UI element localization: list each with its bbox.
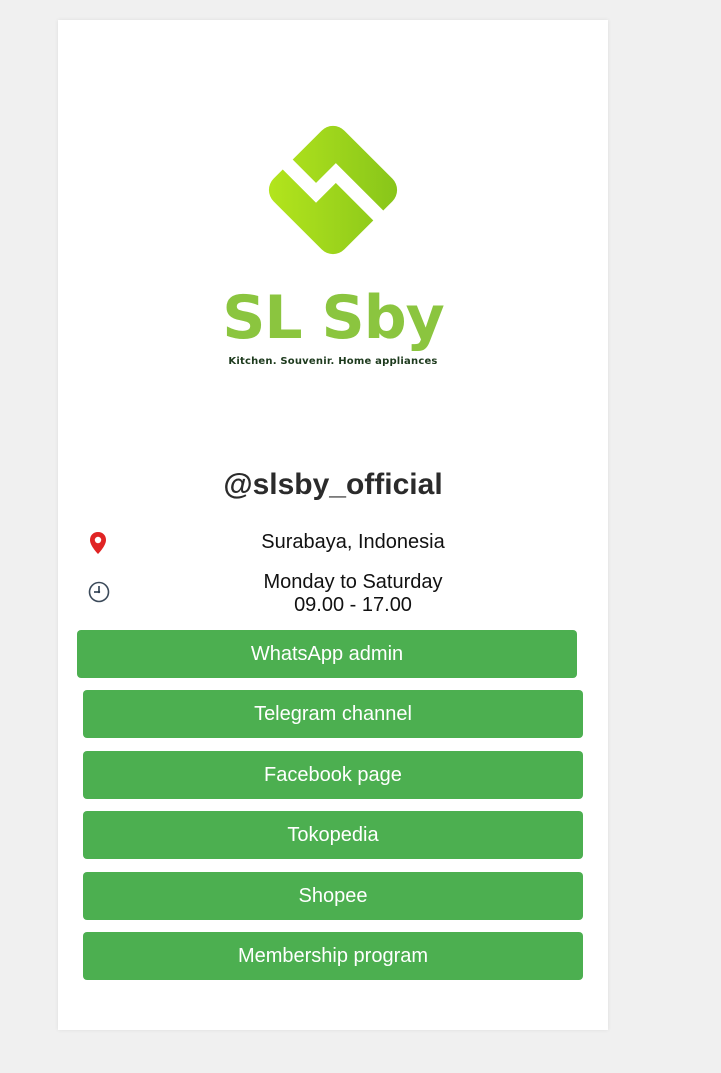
profile-handle: @slsby_official <box>223 468 443 501</box>
telegram-channel-button[interactable]: Telegram channel <box>83 690 583 738</box>
hours-days: Monday to Saturday <box>263 571 443 593</box>
location-text: Surabaya, Indonesia <box>261 531 445 553</box>
profile-card: SL Sby Kitchen. Souvenir. Home appliance… <box>58 20 608 1030</box>
clock-icon <box>88 581 110 605</box>
hours-row: Monday to Saturday 09.00 - 17.00 <box>78 571 588 617</box>
map-pin-icon <box>88 531 108 555</box>
hours-time: 09.00 - 17.00 <box>294 594 412 616</box>
shopee-button[interactable]: Shopee <box>83 872 583 920</box>
whatsapp-admin-button[interactable]: WhatsApp admin <box>77 630 577 678</box>
membership-program-button[interactable]: Membership program <box>83 932 583 980</box>
location-row: Surabaya, Indonesia <box>78 531 588 554</box>
logo-mark-icon <box>268 125 398 255</box>
brand-name: SL Sby <box>222 283 445 353</box>
brand-tagline: Kitchen. Souvenir. Home appliances <box>228 356 438 367</box>
facebook-page-button[interactable]: Facebook page <box>83 751 583 799</box>
tokopedia-button[interactable]: Tokopedia <box>83 811 583 859</box>
